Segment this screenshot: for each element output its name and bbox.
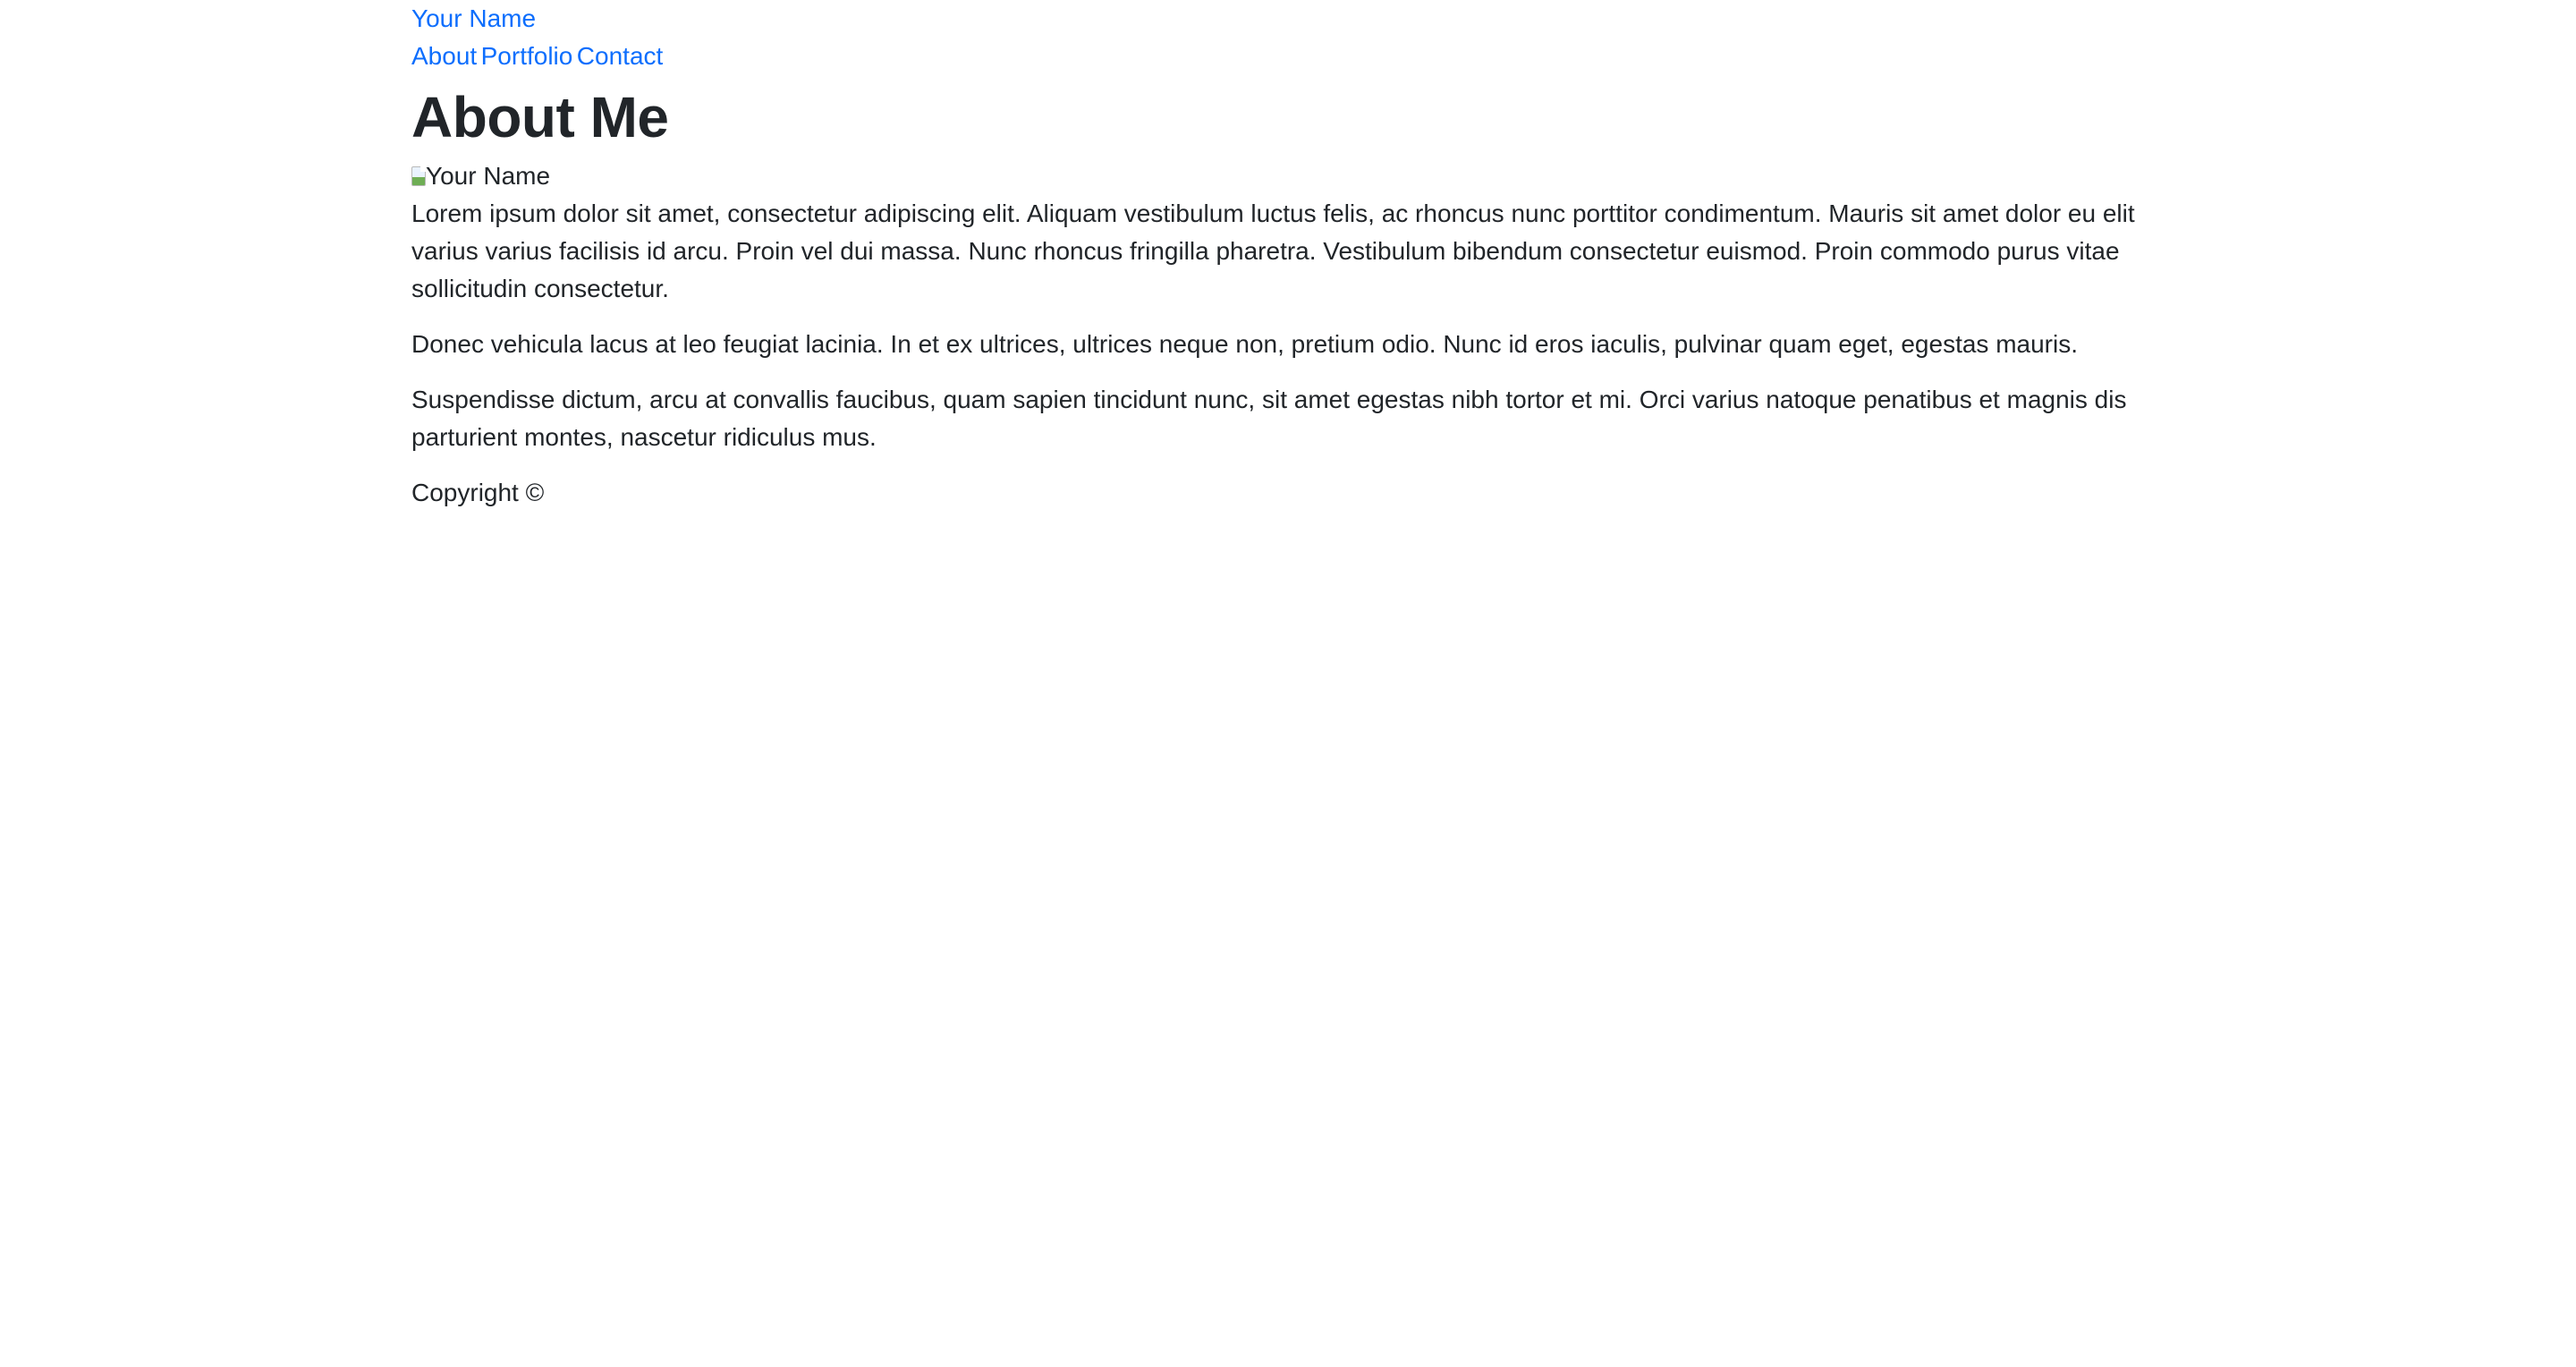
site-header: Your Name About Portfolio Contact — [411, 0, 2165, 75]
main-content: About Me Your Name Lorem ipsum dolor sit… — [411, 82, 2165, 456]
profile-image: Your Name — [411, 157, 2165, 195]
copyright-text: Copyright © — [411, 479, 545, 506]
profile-image-alt-text: Your Name — [426, 162, 551, 190]
about-paragraph-1: Lorem ipsum dolor sit amet, consectetur … — [411, 200, 2135, 302]
page-title: About Me — [411, 85, 669, 149]
site-footer: Copyright © — [411, 474, 2165, 512]
main-nav: About Portfolio Contact — [411, 38, 2165, 75]
nav-link-contact[interactable]: Contact — [577, 42, 664, 70]
nav-link-about[interactable]: About — [411, 42, 477, 70]
brand-link[interactable]: Your Name — [411, 0, 2165, 38]
about-paragraph-3: Suspendisse dictum, arcu at convallis fa… — [411, 386, 2127, 451]
broken-image-icon — [411, 166, 426, 186]
nav-link-portfolio[interactable]: Portfolio — [481, 42, 573, 70]
about-paragraph-2: Donec vehicula lacus at leo feugiat laci… — [411, 330, 2078, 358]
page-container: Your Name About Portfolio Contact About … — [411, 0, 2165, 512]
